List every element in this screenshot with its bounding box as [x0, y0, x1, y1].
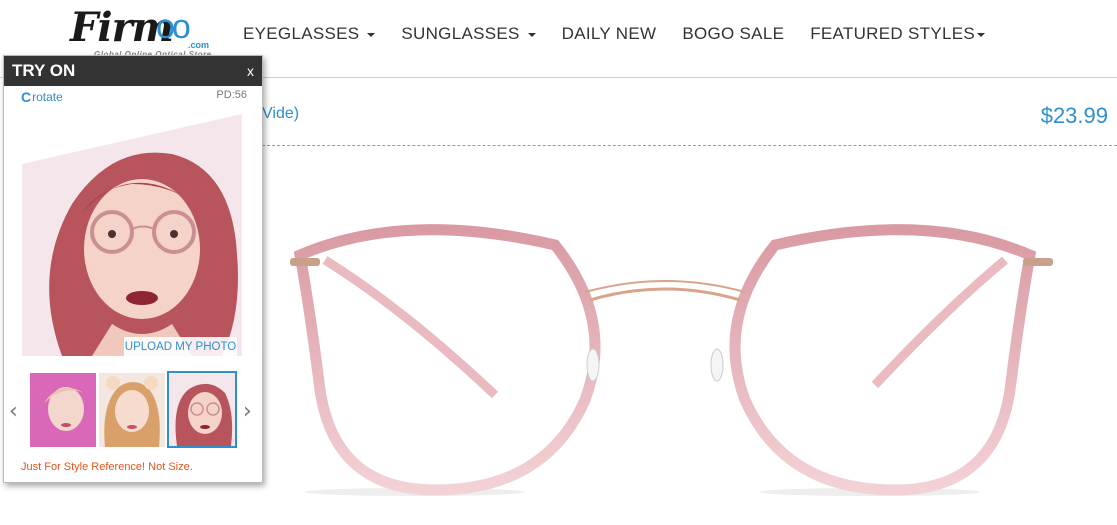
rotate-button[interactable]: C rotate — [21, 89, 63, 105]
model-thumb-2-image — [99, 373, 165, 447]
nav-featured-styles[interactable]: FEATURED STYLES — [810, 24, 985, 44]
nav-sunglasses[interactable]: SUNGLASSES — [401, 24, 536, 44]
product-image — [285, 200, 1065, 510]
upload-photo-button[interactable]: UPLOAD MY PHOTO — [124, 337, 237, 357]
chevron-left-icon[interactable]: ‹ — [9, 399, 18, 424]
pd-value: PD:56 — [216, 89, 247, 101]
nav-featured-styles-label: FEATURED STYLES — [810, 24, 975, 43]
chevron-right-icon[interactable]: › — [243, 399, 252, 424]
caret-down-icon — [367, 33, 376, 37]
model-thumb-1-image — [30, 373, 96, 447]
style-reference-note: Just For Style Reference! Not Size. — [21, 461, 193, 473]
rotate-icon: C — [21, 89, 32, 105]
product-title: Vide) — [262, 105, 300, 122]
main-nav: EYEGLASSES SUNGLASSES DAILY NEW BOGO SAL… — [243, 24, 1011, 44]
model-thumb-3-selected[interactable] — [167, 371, 237, 448]
model-thumbnails: ‹ › — [4, 371, 262, 449]
rotate-label: rotate — [32, 90, 63, 104]
nav-eyeglasses[interactable]: EYEGLASSES — [243, 24, 376, 44]
try-on-title: TRY ON — [12, 61, 76, 80]
logo-oo: oo — [156, 8, 191, 46]
caret-down-icon — [977, 33, 985, 37]
nav-sunglasses-label: SUNGLASSES — [401, 24, 520, 43]
model-thumb-1[interactable] — [30, 373, 96, 447]
logo-domain: .com — [188, 40, 210, 50]
eyeglasses-image — [290, 224, 1053, 496]
firmoo-logo[interactable]: Firm oo .com Global Online Optical Store — [70, 4, 220, 59]
nav-daily-new-label: DAILY NEW — [561, 24, 657, 43]
try-on-photo — [22, 114, 242, 356]
product-price: $23.99 — [1040, 103, 1108, 128]
nav-daily-new[interactable]: DAILY NEW — [562, 24, 657, 44]
product-title-row: Vide) $23.99 — [262, 100, 1117, 146]
try-on-panel: TRY ON x C rotate PD:56 UPLOAD MY PHOTO … — [3, 55, 263, 483]
try-on-tools: C rotate PD:56 — [21, 89, 247, 105]
nav-bogo-sale-label: BOGO SALE — [682, 24, 785, 43]
model-face-image — [22, 114, 242, 356]
try-on-header: TRY ON x — [4, 56, 262, 86]
nav-bogo-sale[interactable]: BOGO SALE — [682, 24, 784, 44]
model-thumb-2[interactable] — [99, 373, 165, 447]
nav-eyeglasses-label: EYEGLASSES — [243, 24, 360, 43]
model-thumb-3-image — [169, 373, 235, 446]
caret-down-icon — [527, 33, 536, 37]
close-icon[interactable]: x — [247, 63, 254, 79]
